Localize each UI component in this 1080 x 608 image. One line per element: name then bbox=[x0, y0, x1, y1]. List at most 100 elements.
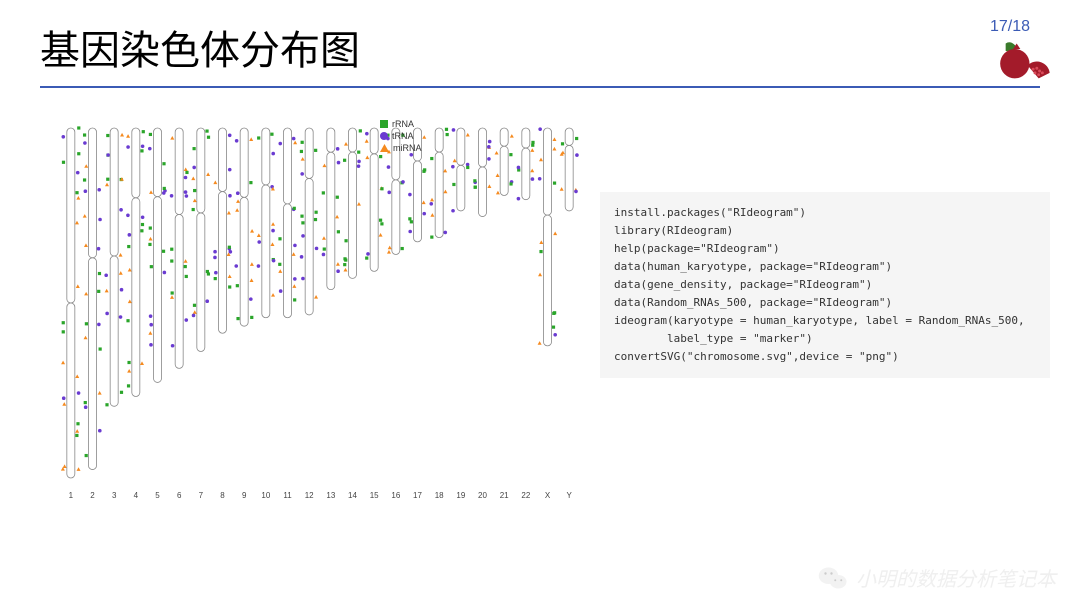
marker bbox=[97, 247, 101, 251]
marker bbox=[270, 242, 274, 246]
marker bbox=[510, 134, 514, 138]
marker bbox=[141, 144, 145, 148]
marker bbox=[106, 153, 110, 157]
marker bbox=[149, 226, 152, 229]
marker bbox=[387, 191, 391, 195]
marker bbox=[552, 312, 555, 315]
ideogram-figure: rRNAtRNAmiRNA 12345678910111213141516171… bbox=[60, 108, 580, 538]
marker bbox=[487, 157, 491, 161]
marker bbox=[76, 171, 80, 175]
marker bbox=[205, 299, 209, 303]
marker bbox=[207, 136, 210, 139]
marker bbox=[539, 158, 543, 162]
marker bbox=[213, 181, 217, 185]
marker bbox=[422, 212, 426, 216]
marker bbox=[162, 250, 165, 253]
marker bbox=[185, 275, 188, 278]
marker bbox=[575, 153, 579, 157]
marker bbox=[473, 179, 476, 182]
marker bbox=[76, 422, 79, 425]
marker bbox=[337, 161, 341, 165]
marker bbox=[148, 331, 152, 335]
marker bbox=[193, 304, 196, 307]
marker bbox=[142, 130, 145, 133]
marker bbox=[446, 133, 449, 136]
marker bbox=[430, 213, 434, 217]
chromosome-label: 5 bbox=[155, 491, 160, 500]
marker bbox=[148, 243, 151, 246]
marker bbox=[538, 127, 542, 131]
marker bbox=[300, 215, 303, 218]
chromosome-label: 1 bbox=[69, 491, 74, 500]
marker bbox=[257, 264, 261, 268]
slide-header: 基因染色体分布图 17/18 bbox=[0, 0, 1080, 76]
chromosome-label: 16 bbox=[391, 491, 400, 500]
marker bbox=[235, 208, 239, 212]
marker bbox=[228, 168, 232, 172]
marker bbox=[83, 214, 87, 218]
marker bbox=[487, 184, 491, 188]
legend-label: tRNA bbox=[392, 130, 414, 142]
marker bbox=[552, 137, 556, 141]
marker bbox=[148, 147, 152, 151]
marker bbox=[257, 240, 261, 244]
marker bbox=[77, 391, 81, 395]
marker bbox=[61, 361, 65, 365]
marker bbox=[539, 240, 543, 244]
slide-title: 基因染色体分布图 bbox=[40, 18, 360, 76]
marker bbox=[474, 185, 477, 188]
chromosome-label: X bbox=[545, 491, 551, 500]
chromosome-label: 7 bbox=[199, 491, 204, 500]
marker bbox=[315, 211, 318, 214]
marker bbox=[236, 199, 240, 203]
marker bbox=[301, 277, 305, 281]
marker bbox=[359, 129, 362, 132]
marker bbox=[149, 237, 153, 241]
marker bbox=[229, 250, 233, 254]
marker bbox=[560, 187, 564, 191]
marker bbox=[105, 312, 109, 316]
marker bbox=[574, 190, 578, 194]
marker bbox=[119, 315, 123, 319]
marker bbox=[193, 199, 197, 203]
marker bbox=[336, 147, 340, 151]
marker bbox=[408, 193, 412, 197]
marker bbox=[97, 290, 100, 293]
marker bbox=[63, 464, 67, 468]
marker bbox=[443, 190, 447, 194]
marker bbox=[162, 162, 165, 165]
marker bbox=[149, 343, 153, 347]
marker bbox=[149, 314, 153, 318]
marker bbox=[336, 269, 340, 273]
marker bbox=[105, 289, 109, 293]
marker bbox=[127, 369, 131, 373]
marker bbox=[250, 316, 253, 319]
chromosome-label: 18 bbox=[435, 491, 444, 500]
legend-item: tRNA bbox=[380, 130, 422, 142]
marker bbox=[357, 164, 361, 168]
chromosome-label: 13 bbox=[326, 491, 335, 500]
marker bbox=[315, 247, 319, 251]
marker bbox=[128, 268, 132, 272]
marker bbox=[170, 194, 174, 198]
marker bbox=[84, 401, 87, 404]
marker bbox=[293, 277, 297, 281]
legend-label: miRNA bbox=[393, 142, 422, 154]
watermark: 小明的数据分析笔记本 bbox=[818, 563, 1056, 592]
marker bbox=[271, 222, 275, 226]
marker bbox=[365, 132, 369, 136]
marker bbox=[84, 243, 88, 247]
marker bbox=[530, 169, 534, 173]
marker bbox=[401, 180, 405, 184]
marker bbox=[343, 263, 346, 266]
marker bbox=[466, 166, 469, 169]
marker bbox=[451, 165, 455, 169]
marker bbox=[300, 172, 304, 176]
marker bbox=[99, 347, 102, 350]
marker bbox=[429, 202, 433, 206]
marker bbox=[127, 245, 130, 248]
marker bbox=[343, 268, 347, 272]
chromosome-label: 2 bbox=[90, 491, 95, 500]
marker bbox=[120, 288, 124, 292]
marker bbox=[236, 191, 240, 195]
